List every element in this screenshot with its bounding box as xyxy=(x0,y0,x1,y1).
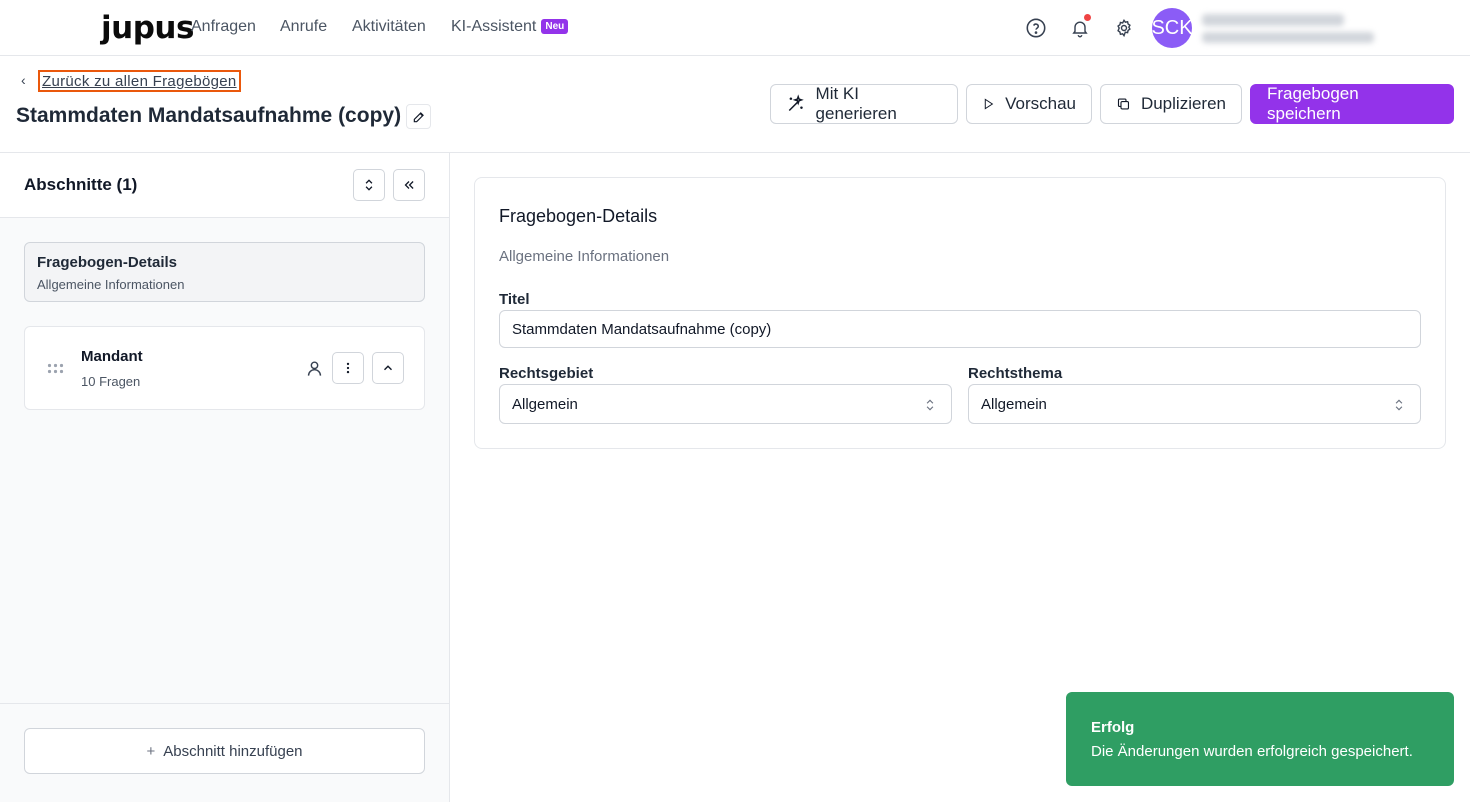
bell-icon[interactable] xyxy=(1068,14,1092,40)
preview-button[interactable]: Vorschau xyxy=(966,84,1092,124)
section-collapse-button[interactable] xyxy=(372,352,404,384)
chevron-left-icon: ‹ xyxy=(21,72,26,88)
expand-collapse-icon xyxy=(365,179,373,191)
rechtsthema-label: Rechtsthema xyxy=(968,365,1063,382)
select-chevron-icon xyxy=(1395,399,1403,411)
add-section-button[interactable]: + Abschnitt hinzufügen xyxy=(24,728,425,774)
pencil-icon xyxy=(413,111,424,122)
details-item-subtitle: Allgemeine Informationen xyxy=(37,277,185,292)
user-avatar[interactable]: SCK xyxy=(1151,8,1193,48)
page-header: ‹ Zurück zu allen Fragebögen Stammdaten … xyxy=(0,56,1470,153)
redacted-user-name xyxy=(1202,14,1344,26)
save-questionnaire-button[interactable]: Fragebogen speichern xyxy=(1250,84,1454,124)
page-title: Stammdaten Mandatsaufnahme (copy) xyxy=(16,104,402,127)
expand-collapse-all-button[interactable] xyxy=(353,169,385,201)
rechtsgebiet-value: Allgemein xyxy=(512,396,578,413)
nav-item-ki-assistent[interactable]: KI-Assistent Neu xyxy=(451,18,569,36)
section-item-mandant[interactable]: Mandant 10 Fragen xyxy=(24,326,425,410)
collapse-sidebar-button[interactable] xyxy=(393,169,425,201)
help-icon[interactable] xyxy=(1024,16,1048,40)
title-field-label: Titel xyxy=(499,291,530,308)
drag-handle-icon[interactable] xyxy=(47,362,64,380)
sections-title: Abschnitte (1) xyxy=(24,175,138,194)
duplicate-button[interactable]: Duplizieren xyxy=(1100,84,1242,124)
sidebar-header: Abschnitte (1) xyxy=(0,153,449,218)
top-navigation: jupus Anfragen Anrufe Aktivitäten KI-Ass… xyxy=(0,0,1470,56)
nav-item-ki-assistent-label: KI-Assistent xyxy=(451,18,537,35)
section-question-count: 10 Fragen xyxy=(81,374,141,389)
toast-title: Erfolg xyxy=(1091,719,1135,736)
duplicate-label: Duplizieren xyxy=(1140,94,1226,113)
card-title: Fragebogen-Details xyxy=(499,206,658,226)
rechtsgebiet-label: Rechtsgebiet xyxy=(499,365,594,382)
title-input[interactable] xyxy=(499,310,1421,348)
toast-message: Die Änderungen wurden erfolgreich gespei… xyxy=(1091,743,1413,760)
more-vertical-icon xyxy=(346,362,350,374)
card-subtitle: Allgemeine Informationen xyxy=(499,248,670,265)
add-section-label: Abschnitt hinzufügen xyxy=(163,742,303,760)
rechtsgebiet-select[interactable]: Allgemein xyxy=(499,384,952,424)
generate-with-ai-button[interactable]: Mit KI generieren xyxy=(770,84,958,124)
preview-label: Vorschau xyxy=(1005,94,1076,113)
nav-item-aktivitaeten[interactable]: Aktivitäten xyxy=(352,18,426,36)
new-badge: Neu xyxy=(541,19,569,34)
sidebar-footer: + Abschnitt hinzufügen xyxy=(0,703,449,802)
select-chevron-icon xyxy=(926,399,934,411)
edit-title-button[interactable] xyxy=(406,104,431,129)
back-to-questionnaires-link[interactable]: Zurück zu allen Fragebögen xyxy=(38,70,241,92)
redacted-user-email xyxy=(1202,32,1374,43)
app-logo[interactable]: jupus xyxy=(101,10,194,46)
success-toast[interactable]: Erfolg Die Änderungen wurden erfolgreich… xyxy=(1066,692,1454,786)
plus-icon: + xyxy=(146,742,156,760)
details-item-title: Fragebogen-Details xyxy=(37,254,178,271)
nav-item-anrufe[interactable]: Anrufe xyxy=(280,18,327,36)
notification-dot xyxy=(1084,14,1091,21)
person-icon[interactable] xyxy=(305,359,324,383)
rechtsthema-value: Allgemein xyxy=(981,396,1047,413)
chevron-up-icon xyxy=(384,365,392,371)
generate-with-ai-label: Mit KI generieren xyxy=(815,84,897,123)
copy-icon xyxy=(1117,98,1130,110)
section-more-button[interactable] xyxy=(332,352,364,384)
gear-icon[interactable] xyxy=(1112,16,1136,40)
wand-icon xyxy=(788,94,804,112)
rechtsthema-select[interactable]: Allgemein xyxy=(968,384,1421,424)
double-chevron-left-icon xyxy=(404,181,414,189)
details-card: Fragebogen-Details Allgemeine Informatio… xyxy=(474,177,1446,449)
play-icon xyxy=(984,98,994,110)
nav-item-anfragen[interactable]: Anfragen xyxy=(191,18,256,36)
sections-sidebar: Abschnitte (1) Fragebogen-Details Allgem… xyxy=(0,153,450,802)
questionnaire-details-item[interactable]: Fragebogen-Details Allgemeine Informatio… xyxy=(24,242,425,302)
section-title: Mandant xyxy=(81,348,143,365)
